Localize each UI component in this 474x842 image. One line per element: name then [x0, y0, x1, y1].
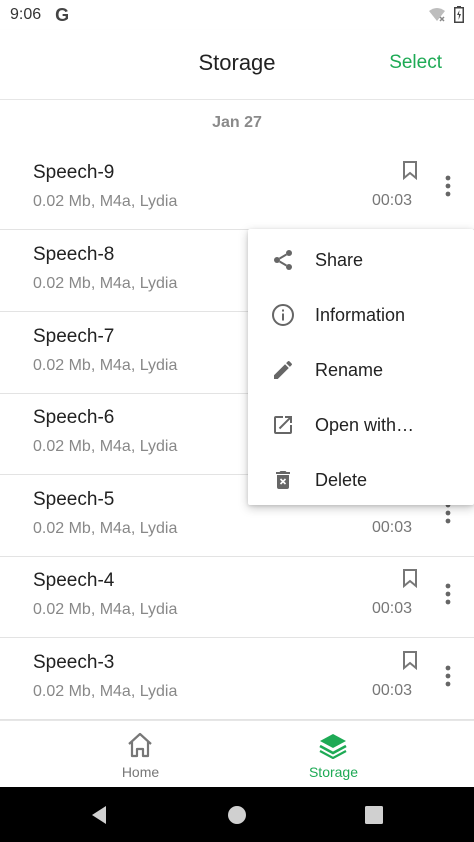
- bookmark-icon[interactable]: [402, 160, 418, 180]
- recording-name: Speech-3: [33, 652, 115, 673]
- date-header: Jan 27: [212, 114, 262, 131]
- recording-meta: 0.02 Mb, M4a, Lydia: [33, 193, 178, 210]
- status-bar: 9:06 G: [0, 0, 474, 30]
- nav-label: Storage: [308, 764, 359, 780]
- list-item[interactable]: Speech-4 0.02 Mb, M4a, Lydia 00:03: [0, 556, 474, 638]
- recording-meta: 0.02 Mb, M4a, Lydia: [33, 275, 178, 292]
- menu-item-share[interactable]: Share: [248, 232, 474, 287]
- google-g-icon: G: [55, 4, 70, 25]
- select-button[interactable]: Select: [389, 52, 442, 74]
- list-item[interactable]: Speech-9 0.02 Mb, M4a, Lydia 00:03: [0, 148, 474, 230]
- menu-label: Open with…: [315, 415, 415, 435]
- status-time: 9:06: [10, 6, 42, 23]
- menu-item-information[interactable]: Information: [248, 287, 474, 342]
- recording-duration: 00:03: [371, 600, 412, 617]
- recording-name: Speech-7: [33, 326, 115, 347]
- recording-meta: 0.02 Mb, M4a, Lydia: [33, 438, 178, 455]
- share-icon: [274, 250, 292, 270]
- recording-meta: 0.02 Mb, M4a, Lydia: [33, 601, 178, 618]
- bottom-nav: Home Storage: [0, 720, 474, 787]
- more-vert-icon[interactable]: [444, 582, 452, 606]
- menu-item-open-with[interactable]: Open with…: [248, 397, 474, 452]
- menu-label: Information: [315, 305, 406, 325]
- bookmark-icon[interactable]: [402, 568, 418, 588]
- layers-icon: [319, 734, 347, 759]
- menu-item-rename[interactable]: Rename: [248, 342, 474, 397]
- menu-label: Delete: [315, 470, 368, 490]
- info-icon: [272, 304, 294, 326]
- home-circle-icon[interactable]: [226, 804, 248, 826]
- open-external-icon: [274, 416, 292, 434]
- recents-icon[interactable]: [363, 804, 385, 826]
- recording-duration: 00:03: [371, 192, 412, 209]
- recording-name: Speech-4: [33, 570, 115, 591]
- more-vert-icon[interactable]: [444, 174, 452, 198]
- recording-meta: 0.02 Mb, M4a, Lydia: [33, 683, 178, 700]
- recording-name: Speech-8: [33, 244, 115, 265]
- recording-meta: 0.02 Mb, M4a, Lydia: [33, 520, 178, 537]
- recording-name: Speech-5: [33, 489, 115, 510]
- recording-name: Speech-6: [33, 407, 115, 428]
- list-item[interactable]: Speech-3 0.02 Mb, M4a, Lydia 00:03: [0, 638, 474, 720]
- recording-meta: 0.02 Mb, M4a, Lydia: [33, 357, 178, 374]
- back-icon[interactable]: [88, 804, 110, 826]
- bookmark-icon[interactable]: [402, 650, 418, 670]
- menu-label: Share: [315, 250, 364, 270]
- battery-icon: [454, 6, 464, 23]
- system-nav-bar: [0, 787, 474, 842]
- recording-name: Speech-9: [33, 162, 115, 183]
- app-bar: Storage Select: [0, 30, 474, 100]
- recording-duration: 00:03: [371, 519, 412, 536]
- wifi-icon: [429, 7, 445, 22]
- nav-item-storage[interactable]: Storage: [215, 721, 452, 788]
- pencil-icon: [274, 361, 292, 379]
- trash-icon: [276, 471, 290, 489]
- context-menu: Share Information Rename Open with… Dele…: [248, 229, 474, 505]
- recording-duration: 00:03: [371, 682, 412, 699]
- menu-item-delete[interactable]: Delete: [248, 452, 474, 507]
- more-vert-icon[interactable]: [444, 664, 452, 688]
- menu-label: Rename: [315, 360, 384, 380]
- home-icon: [128, 732, 152, 758]
